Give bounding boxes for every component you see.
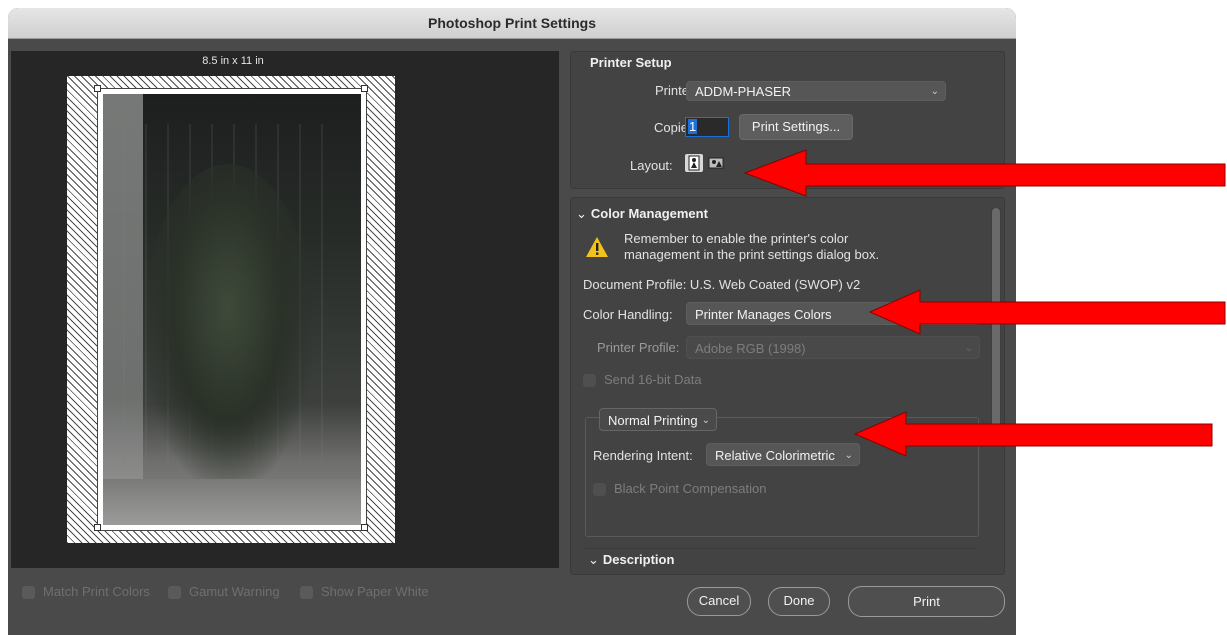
annotation-arrows <box>743 149 1226 457</box>
arrow-layout <box>743 149 1226 197</box>
arrow-color-handling <box>868 289 1226 335</box>
arrow-rendering-intent <box>853 411 1213 457</box>
